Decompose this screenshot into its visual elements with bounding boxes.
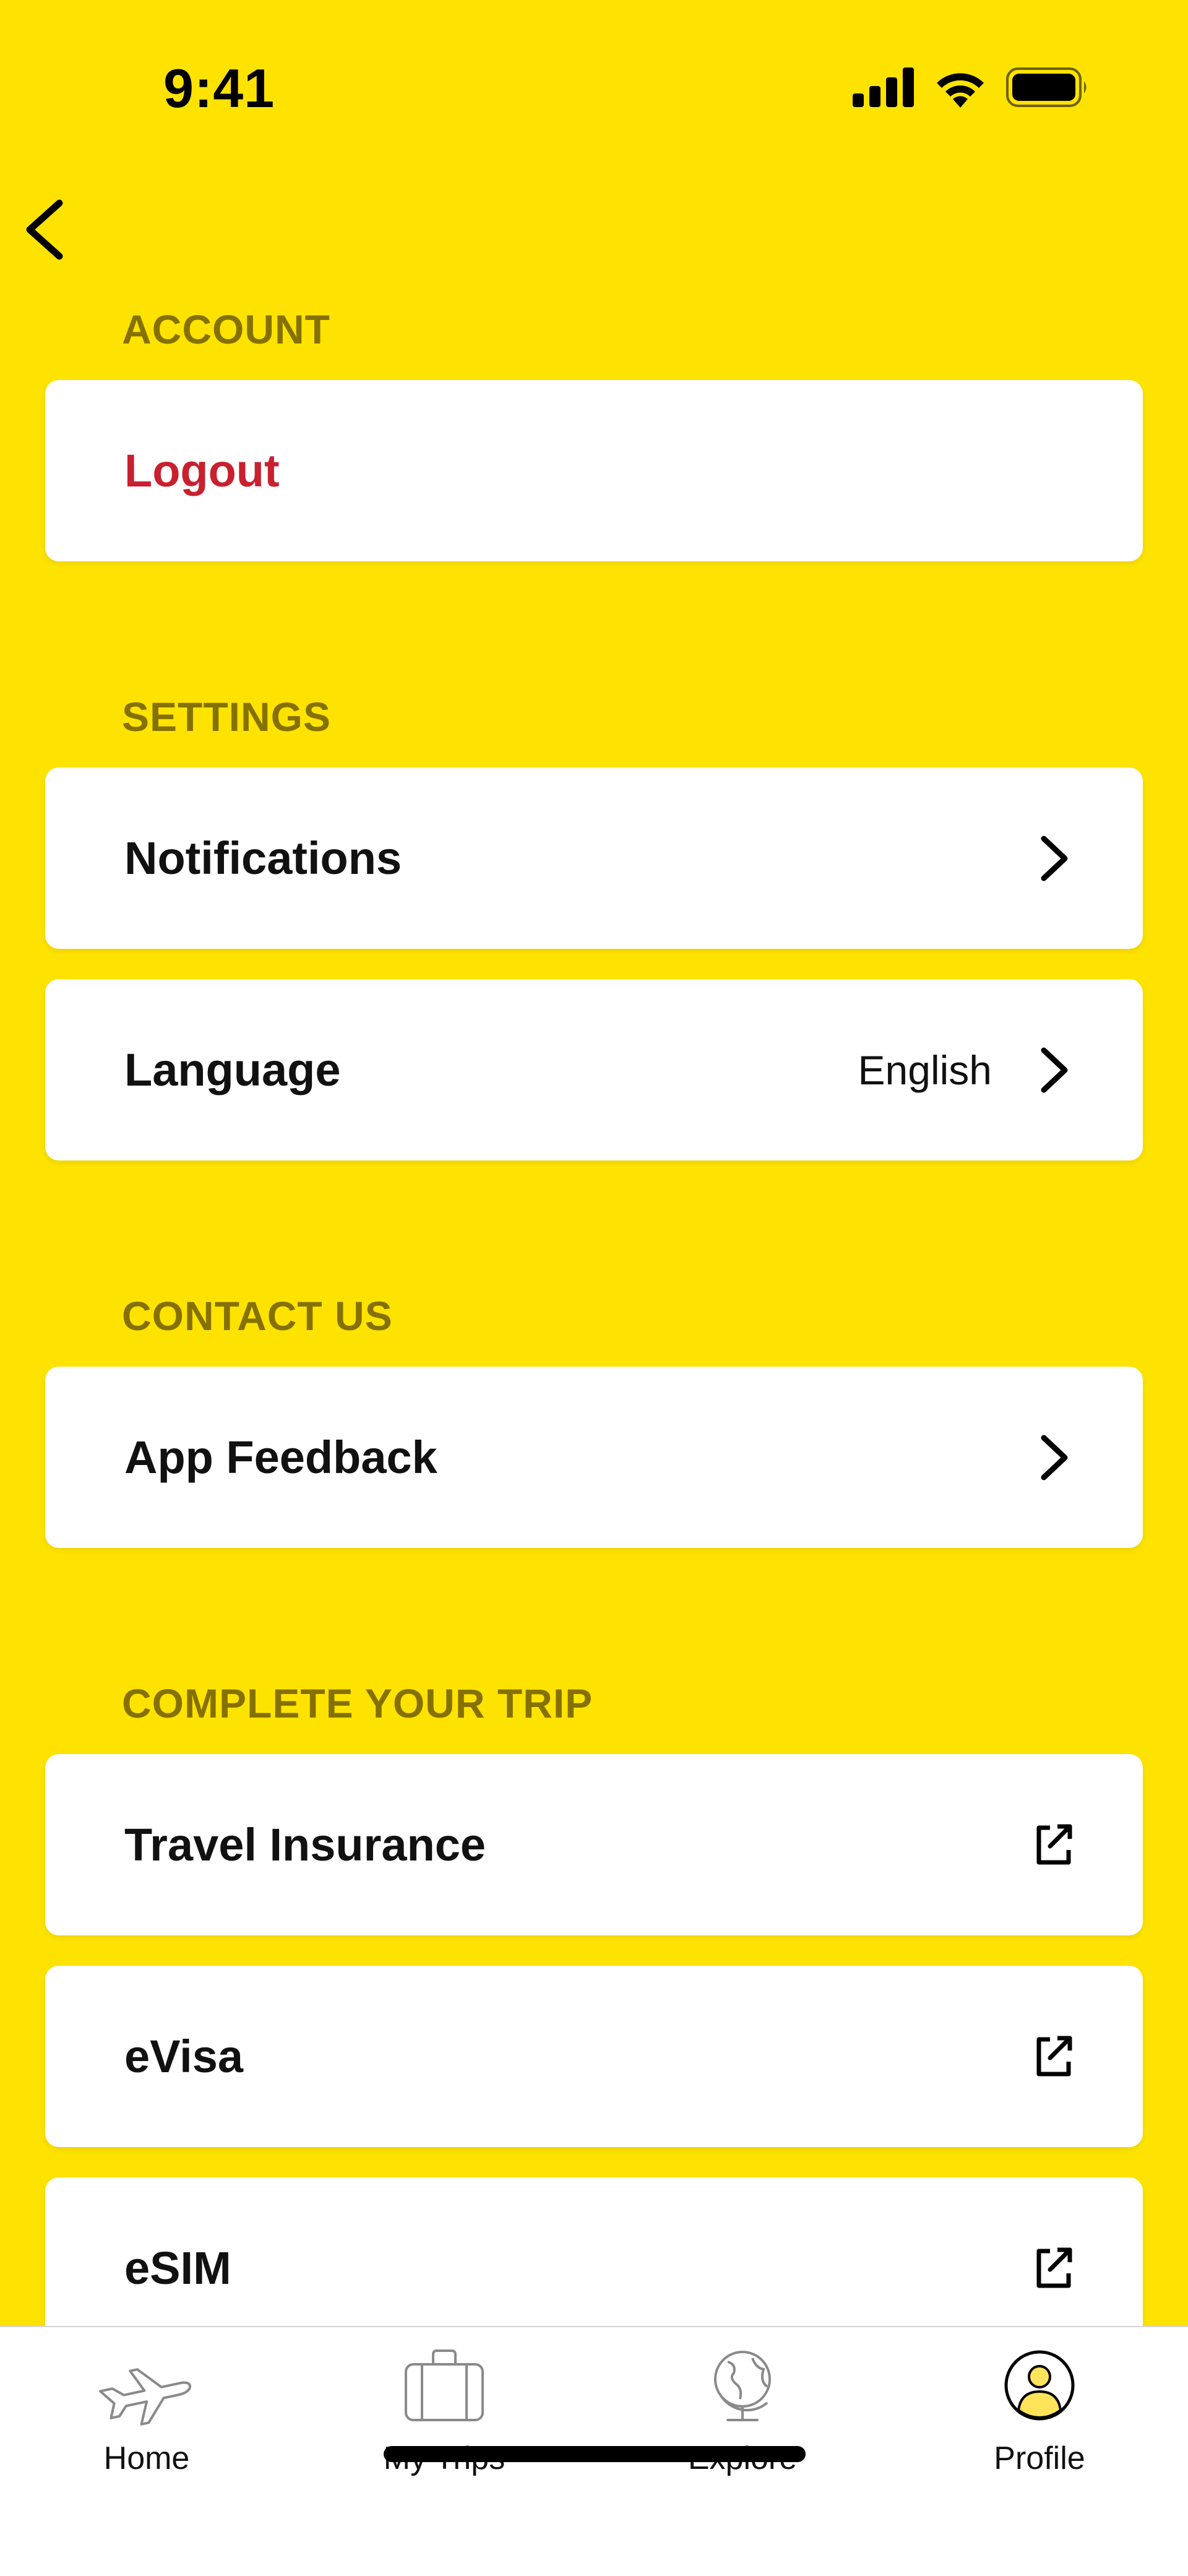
wifi-icon [937, 73, 984, 108]
tab-label-profile: Profile [994, 2440, 1085, 2476]
evisa-row[interactable]: eVisa [45, 1966, 1143, 2147]
logout-button[interactable]: Logout [45, 380, 1143, 561]
status-icons [853, 67, 1089, 108]
travel-insurance-row[interactable]: Travel Insurance [45, 1754, 1143, 1935]
app-feedback-label: App Feedback [124, 1432, 437, 1483]
section-header-settings: SETTINGS [122, 694, 332, 740]
battery-icon [1006, 67, 1087, 107]
external-link-icon [1036, 1824, 1072, 1864]
chevron-right-icon [1041, 1435, 1068, 1480]
language-value: English [858, 1047, 992, 1093]
notifications-label: Notifications [124, 832, 402, 884]
globe-icon [714, 2351, 771, 2421]
language-row[interactable]: Language English [45, 979, 1143, 1160]
app-feedback-row[interactable]: App Feedback [45, 1367, 1143, 1548]
chevron-right-icon [1041, 1047, 1068, 1092]
external-link-icon [1036, 2036, 1072, 2076]
tab-label-home: Home [103, 2440, 190, 2476]
language-label: Language [124, 1044, 341, 1096]
back-button[interactable] [22, 196, 72, 264]
tab-home[interactable]: Home [17, 2346, 277, 2507]
logout-label: Logout [124, 445, 280, 496]
esim-label: eSIM [124, 2242, 231, 2294]
chevron-left-icon [26, 199, 63, 260]
chevron-right-icon [1041, 836, 1068, 881]
home-indicator [384, 2446, 806, 2462]
external-link-icon [1036, 2247, 1072, 2288]
evisa-label: eVisa [124, 2031, 244, 2082]
status-time: 9:41 [163, 58, 275, 119]
notifications-row[interactable]: Notifications [45, 767, 1143, 949]
cellular-signal-icon [853, 67, 914, 107]
airplane-icon [98, 2368, 191, 2426]
section-header-account: ACCOUNT [122, 306, 330, 352]
travel-insurance-label: Travel Insurance [124, 1819, 486, 1870]
tab-explore[interactable]: Explore [613, 2346, 872, 2507]
suitcase-icon [405, 2349, 484, 2421]
section-header-trip: COMPLETE YOUR TRIP [122, 1680, 593, 1726]
tab-my-trips[interactable]: My Trips [314, 2346, 574, 2507]
tab-profile[interactable]: Profile [910, 2346, 1169, 2507]
profile-settings-screen: 9:41 ACCOUNT Logout SETTINGS Notificatio… [0, 0, 1188, 2576]
profile-icon [1004, 2350, 1075, 2421]
section-header-contact: CONTACT US [122, 1293, 393, 1339]
